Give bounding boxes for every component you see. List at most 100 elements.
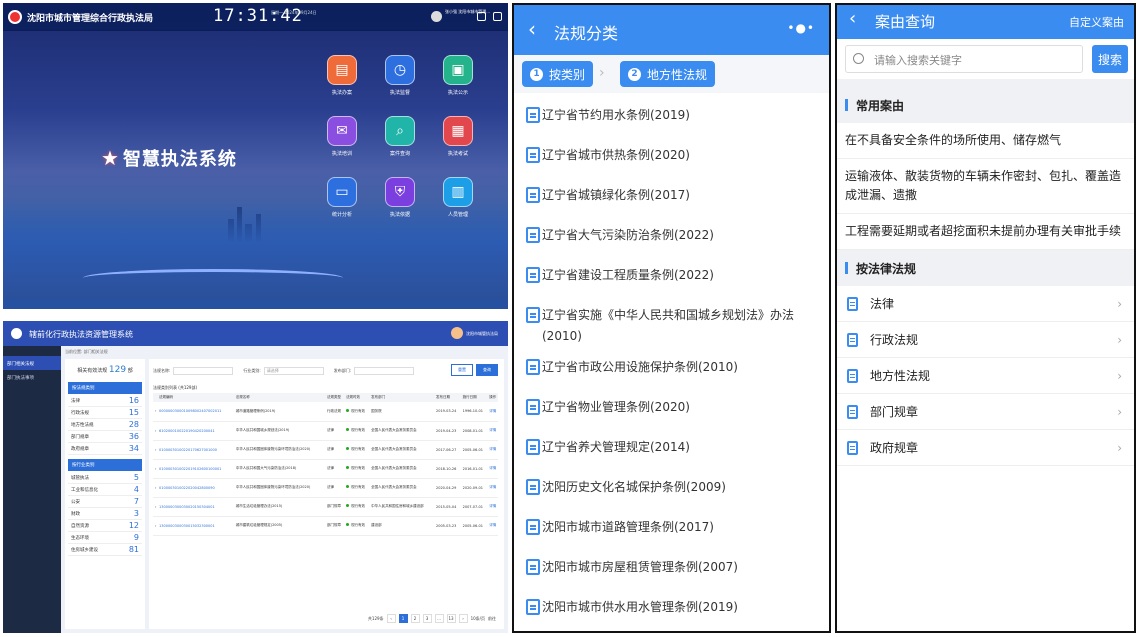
page-number[interactable]: ... xyxy=(434,614,444,623)
category-row[interactable]: 工业和信息化 4 xyxy=(68,484,142,496)
search-input[interactable]: 请输入搜索关键字 xyxy=(845,45,1083,73)
cell-text: 2007-07-01 xyxy=(462,504,483,509)
step-category[interactable]: 1 按类别 xyxy=(522,61,594,87)
app-tile[interactable]: ▦ 执法考试 xyxy=(429,116,487,157)
cell-text: 中华人民共和国城乡规划法(2019) xyxy=(235,428,290,432)
category-row[interactable]: 自然资源 12 xyxy=(68,520,142,532)
app-tile[interactable]: ✉ 执法培训 xyxy=(313,116,371,157)
law-item[interactable]: 辽宁省物业管理条例(2020) xyxy=(514,397,829,418)
page-number[interactable]: 13 xyxy=(446,614,456,623)
law-type-item[interactable]: 法律 › xyxy=(837,286,1134,322)
law-item[interactable]: 沈阳市城市供水用水管理条例(2019) xyxy=(514,597,829,618)
law-item[interactable]: 沈阳市城市房屋租赁管理条例(2007) xyxy=(514,557,829,578)
category-row[interactable]: 地方性法规 28 xyxy=(68,419,142,431)
search-bar: 请输入搜索关键字 搜索 xyxy=(837,39,1134,79)
page-size-select[interactable]: 10条/页 xyxy=(471,616,485,622)
law-item[interactable]: 辽宁省市政公用设施保护条例(2010) xyxy=(514,357,829,378)
sidebar-item-dept-laws[interactable]: 部门相关法规 xyxy=(3,356,61,370)
category-row[interactable]: 政府规章 34 xyxy=(68,443,142,455)
prev-page-button[interactable]: ‹ xyxy=(386,614,396,623)
category-row[interactable]: 财政 3 xyxy=(68,508,142,520)
step-local-law[interactable]: 2 地方性法规 xyxy=(620,61,716,87)
app-tile[interactable]: ◷ 执法监督 xyxy=(371,55,429,96)
detail-link[interactable]: 详情 xyxy=(487,440,498,460)
app-tile[interactable]: ▥ 人员管理 xyxy=(429,177,487,218)
law-type-item[interactable]: 行政法规 › xyxy=(837,322,1134,358)
category-row[interactable]: 法律 16 xyxy=(68,395,142,407)
more-icon[interactable]: •●• xyxy=(787,21,815,35)
detail-link[interactable]: 详情 xyxy=(487,516,498,536)
category-row[interactable]: 生态环境 9 xyxy=(68,532,142,544)
app-tile[interactable]: ⛨ 执法依据 xyxy=(371,177,429,218)
law-item[interactable]: 辽宁省城镇绿化条例(2017) xyxy=(514,185,829,206)
page-number[interactable]: 2 xyxy=(410,614,420,623)
document-icon xyxy=(526,399,540,415)
app-tile[interactable]: ▭ 统计分析 xyxy=(313,177,371,218)
field-select[interactable]: 请选择 xyxy=(263,367,324,375)
table-cell[interactable]: 0100003010022020042800090 xyxy=(157,478,234,498)
back-icon[interactable]: ‹ xyxy=(528,17,536,41)
detail-link[interactable]: 详情 xyxy=(487,478,498,498)
law-type-item[interactable]: 地方性法规 › xyxy=(837,358,1134,394)
table-cell[interactable]: 1300000300030015032300001 xyxy=(157,516,234,536)
common-case-item[interactable]: 运输液体、散装货物的车辆未作密封、包扎、覆盖造成泄漏、遗撒 xyxy=(837,159,1134,214)
detail-link[interactable]: 详情 xyxy=(487,459,498,479)
logout-icon[interactable] xyxy=(493,12,502,21)
chevron-right-icon: › xyxy=(599,65,605,81)
page-number[interactable]: 3 xyxy=(422,614,432,623)
law-name-input[interactable] xyxy=(173,367,234,375)
back-icon[interactable]: ‹ xyxy=(849,8,856,29)
common-case-item[interactable]: 在不具备安全条件的场所使用、储存燃气 xyxy=(837,123,1134,159)
app-tile[interactable]: ⌕ 案件查询 xyxy=(371,116,429,157)
law-item[interactable]: 沈阳历史文化名城保护条例(2009) xyxy=(514,477,829,498)
app-tile[interactable]: ▣ 执法公示 xyxy=(429,55,487,96)
law-item[interactable]: 辽宁省大气污染防治条例(2022) xyxy=(514,225,829,246)
table-row: › 01000030100220170627001000 中华人民共和国固体废物污染… xyxy=(153,440,498,460)
app-tile[interactable]: ▤ 执法办案 xyxy=(313,55,371,96)
message-icon[interactable] xyxy=(477,12,486,21)
breadcrumb: 当前位置: 部门相关法规 xyxy=(65,349,108,354)
table-cell[interactable]: 01000030100220170627001000 xyxy=(157,440,234,460)
user-avatar-icon[interactable] xyxy=(431,11,442,22)
law-item[interactable]: 辽宁省养犬管理规定(2014) xyxy=(514,437,829,458)
table-cell[interactable]: 1300000300030020150304001 xyxy=(157,497,234,517)
table-cell: 2005-03-23 xyxy=(434,516,461,536)
detail-link[interactable]: 详情 xyxy=(487,497,498,517)
law-item[interactable]: 沈阳市城市道路管理条例(2017) xyxy=(514,517,829,538)
dept-input[interactable] xyxy=(354,367,415,375)
common-case-item[interactable]: 工程需要延期或者超挖面积未提前办理有关审批手续 xyxy=(837,214,1134,250)
logo-icon xyxy=(11,328,22,339)
cell-text: 中华人民共和国固体废物污染环境防治法(2020) xyxy=(235,447,311,451)
category-count: 3 xyxy=(133,509,139,518)
law-item[interactable]: 辽宁省城市供热条例(2020) xyxy=(514,145,829,166)
query-button[interactable]: 查询 xyxy=(476,364,498,376)
law-item[interactable]: 辽宁省建设工程质量条例(2022) xyxy=(514,265,829,286)
law-type-item[interactable]: 政府规章 › xyxy=(837,430,1134,466)
category-row[interactable]: 住房城乡建设 81 xyxy=(68,544,142,556)
page-number[interactable]: 1 xyxy=(398,614,408,623)
table-cell: 2020-09-01 xyxy=(460,478,488,498)
custom-case-link[interactable]: 自定义案由 xyxy=(1069,14,1124,30)
search-button[interactable]: 搜索 xyxy=(1092,45,1128,73)
table-cell[interactable]: 6102000100220190420200041 xyxy=(157,421,234,441)
law-item[interactable]: 辽宁省实施《中华人民共和国城乡规划法》办法(2010) xyxy=(514,305,829,347)
category-row[interactable]: 部门规章 36 xyxy=(68,431,142,443)
cell-text: 2019-04-23 xyxy=(436,428,457,433)
table-cell[interactable]: 0100003010022019102600100001 xyxy=(157,459,234,479)
avatar[interactable] xyxy=(451,327,463,339)
table-cell[interactable]: 0000000300010098002407002011 xyxy=(157,402,234,422)
law-type-item[interactable]: 部门规章 › xyxy=(837,394,1134,430)
category-row[interactable]: 公安 7 xyxy=(68,496,142,508)
law-item[interactable]: 辽宁省节约用水条例(2019) xyxy=(514,105,829,126)
sidebar-item-dept-items[interactable]: 部门执法事项 xyxy=(3,370,61,384)
detail-link[interactable]: 详情 xyxy=(487,402,498,422)
detail-link[interactable]: 详情 xyxy=(487,421,498,441)
goto-page[interactable]: 前往 xyxy=(488,616,496,622)
document-icon xyxy=(847,296,858,311)
category-row[interactable]: 城管执法 5 xyxy=(68,472,142,484)
cell-text: 2017-06-27 xyxy=(436,447,457,452)
next-page-button[interactable]: › xyxy=(458,614,468,623)
cell-text: 1300000300030020150304001 xyxy=(159,504,215,509)
category-row[interactable]: 行政法规 15 xyxy=(68,407,142,419)
reset-button[interactable]: 重置 xyxy=(451,364,473,376)
